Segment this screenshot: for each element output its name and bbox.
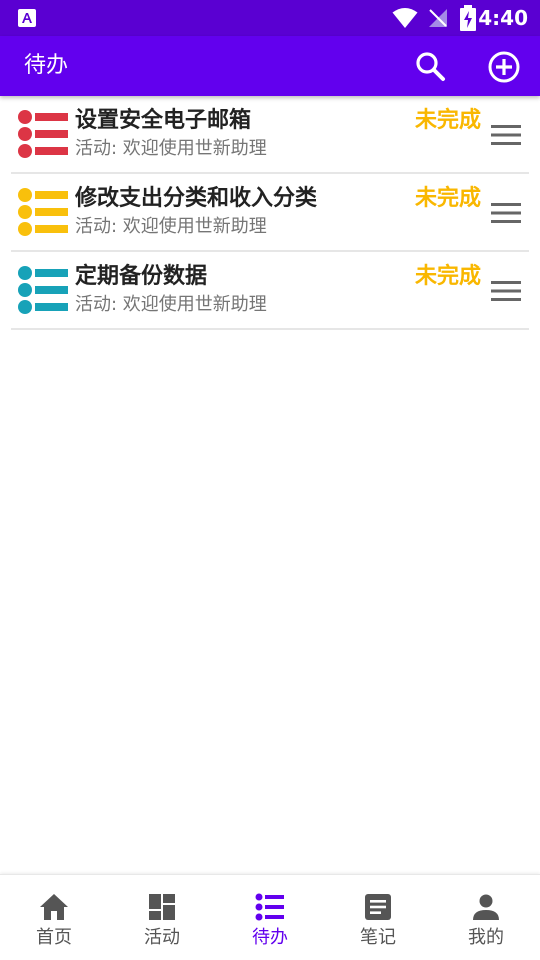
todo-status: 未完成 <box>415 108 482 133</box>
nav-item-todo[interactable]: 待办 <box>216 875 324 960</box>
add-circle-icon[interactable] <box>484 48 524 86</box>
dashboard-icon <box>149 894 175 920</box>
todo-status: 未完成 <box>415 186 482 211</box>
nav-label-mine: 我的 <box>468 927 504 948</box>
list-icon <box>18 110 68 158</box>
wifi-icon <box>392 8 418 28</box>
nav-label-todo: 待办 <box>252 927 288 948</box>
todo-title: 定期备份数据 <box>75 264 208 289</box>
nav-item-activity[interactable]: 活动 <box>108 875 216 960</box>
nav-label-notes: 笔记 <box>360 927 396 948</box>
nav-label-activity: 活动 <box>144 927 180 948</box>
page-title: 待办 <box>24 53 69 78</box>
battery-charging-icon <box>460 5 476 31</box>
todo-item[interactable]: 修改支出分类和收入分类 活动: 欢迎使用世新助理 未完成 <box>11 174 529 252</box>
todo-list: 设置安全电子邮箱 活动: 欢迎使用世新助理 未完成 修改支出分类和收入分类 活动… <box>11 96 529 330</box>
todo-title: 设置安全电子邮箱 <box>75 108 252 133</box>
list-icon <box>18 266 68 314</box>
nav-item-mine[interactable]: 我的 <box>432 875 540 960</box>
nav-item-notes[interactable]: 笔记 <box>324 875 432 960</box>
nav-label-home: 首页 <box>36 927 72 948</box>
home-icon <box>40 894 68 920</box>
nav-item-home[interactable]: 首页 <box>0 875 108 960</box>
todo-item[interactable]: 定期备份数据 活动: 欢迎使用世新助理 未完成 <box>11 252 529 330</box>
list-icon <box>18 188 68 236</box>
todo-title: 修改支出分类和收入分类 <box>75 186 318 211</box>
person-icon <box>473 894 499 920</box>
status-time: 4:40 <box>478 6 528 30</box>
todo-activity: 活动: 欢迎使用世新助理 <box>75 138 267 159</box>
note-icon <box>365 894 391 920</box>
list-icon <box>255 893 284 921</box>
todo-activity: 活动: 欢迎使用世新助理 <box>75 216 267 237</box>
drag-handle-icon[interactable] <box>491 124 521 146</box>
no-signal-icon <box>429 9 447 27</box>
app-bar: 待办 <box>0 36 540 96</box>
accessibility-a-icon <box>18 9 36 27</box>
drag-handle-icon[interactable] <box>491 202 521 224</box>
todo-activity: 活动: 欢迎使用世新助理 <box>75 294 267 315</box>
todo-status: 未完成 <box>415 264 482 289</box>
status-bar: 4:40 <box>0 0 540 36</box>
search-icon[interactable] <box>412 48 448 84</box>
bottom-nav: 首页 活动 待办 笔记 我的 <box>0 874 540 960</box>
drag-handle-icon[interactable] <box>491 280 521 302</box>
todo-item[interactable]: 设置安全电子邮箱 活动: 欢迎使用世新助理 未完成 <box>11 96 529 174</box>
